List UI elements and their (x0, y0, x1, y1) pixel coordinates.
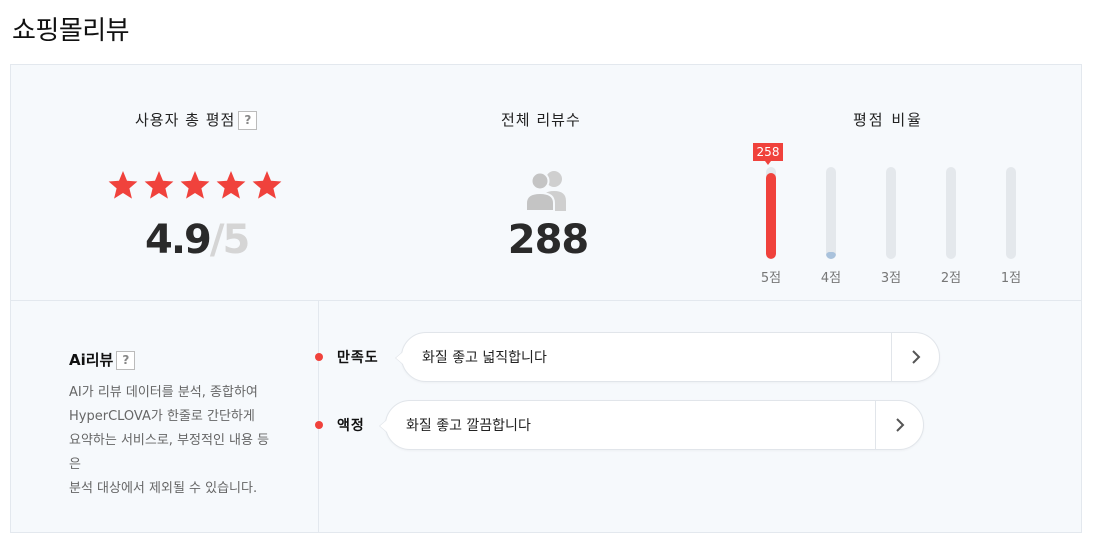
bar-track (886, 167, 896, 259)
rating-bar-4: 4점 (811, 143, 851, 293)
description-line: HyperCLOVA가 한줄로 간단하게 (69, 409, 255, 424)
people-icon (525, 171, 566, 211)
rating-value: 4.9 (145, 217, 212, 263)
review-aspect: 만족도 (337, 350, 379, 366)
help-icon[interactable]: ? (238, 111, 258, 130)
star-icon (252, 171, 282, 199)
ai-review-section: Ai리뷰? AI가 리뷰 데이터를 분석, 종합하여 HyperCLOVA가 한… (11, 301, 1081, 532)
rating-bar-3: 3점 (871, 143, 911, 293)
bar-label: 1점 (1000, 271, 1022, 286)
description-line: 요약하는 서비스로, 부정적인 내용 등 (69, 433, 270, 448)
ai-review-description: AI가 리뷰 데이터를 분석, 종합하여 HyperCLOVA가 한줄로 간단하… (69, 381, 309, 501)
bar-label: 3점 (880, 271, 902, 286)
page-title: 쇼핑몰리뷰 (12, 16, 130, 46)
rating-ratio-bars: 258 5점 4점 3점 2점 1점 (751, 143, 1051, 293)
review-aspect: 액정 (337, 418, 365, 434)
rating-ratio-title: 평점 비율 (853, 111, 923, 129)
bar-label: 5점 (760, 271, 782, 286)
review-count-title: 전체 리뷰수 (501, 111, 581, 129)
rating-separator: / (209, 217, 225, 263)
rating-max: 5 (222, 217, 250, 263)
review-summary-text: 화질 좋고 넓직합니다 (422, 350, 547, 366)
ai-review-title: Ai리뷰 (69, 351, 114, 369)
description-line: AI가 리뷰 데이터를 분석, 종합하여 (69, 385, 258, 400)
help-icon[interactable]: ? (116, 351, 136, 370)
star-rating (107, 169, 283, 201)
star-icon (144, 171, 174, 199)
review-panel: 사용자 총 평점? 4.9/5 전체 리뷰수 288 평점 비율 258 5점 … (10, 64, 1082, 533)
ai-review-item: 액정 화질 좋고 깔끔합니다 (315, 400, 955, 450)
rating-title-row: 사용자 총 평점? (135, 109, 258, 130)
bar-label: 4점 (820, 271, 842, 286)
rating-bar-2: 2점 (931, 143, 971, 293)
rating-title: 사용자 총 평점 (135, 111, 236, 129)
ai-review-title-row: Ai리뷰? (69, 349, 136, 370)
bar-fill (826, 252, 836, 259)
bullet-dot (315, 421, 323, 429)
description-line: 분석 대상에서 제외될 수 있습니다. (69, 481, 258, 496)
rating-score: 4.9/5 (145, 217, 250, 263)
ai-review-item: 만족도 화질 좋고 넓직합니다 (315, 332, 955, 382)
chevron-right-icon[interactable] (891, 333, 939, 381)
bar-track (766, 167, 776, 259)
bullet-dot (315, 353, 323, 361)
description-line: 은 (69, 457, 81, 472)
review-summary-text: 화질 좋고 깔끔합니다 (406, 418, 531, 434)
review-count: 288 (507, 217, 590, 263)
star-icon (180, 171, 210, 199)
star-icon (216, 171, 246, 199)
ai-review-info: Ai리뷰? AI가 리뷰 데이터를 분석, 종합하여 HyperCLOVA가 한… (11, 301, 319, 532)
bar-fill (766, 173, 776, 259)
chevron-right-icon[interactable] (875, 401, 923, 449)
review-summary: 사용자 총 평점? 4.9/5 전체 리뷰수 288 평점 비율 258 5점 … (11, 65, 1081, 301)
bar-track (1006, 167, 1016, 259)
bar-track (826, 167, 836, 259)
star-icon (108, 171, 138, 199)
review-summary-bubble[interactable]: 화질 좋고 깔끔합니다 (379, 400, 924, 450)
bar-label: 2점 (940, 271, 962, 286)
rating-count-badge: 258 (753, 143, 783, 165)
review-summary-bubble[interactable]: 화질 좋고 넓직합니다 (395, 332, 940, 382)
bar-track (946, 167, 956, 259)
rating-bar-1: 1점 (991, 143, 1031, 293)
rating-bar-5: 258 5점 (751, 143, 791, 293)
